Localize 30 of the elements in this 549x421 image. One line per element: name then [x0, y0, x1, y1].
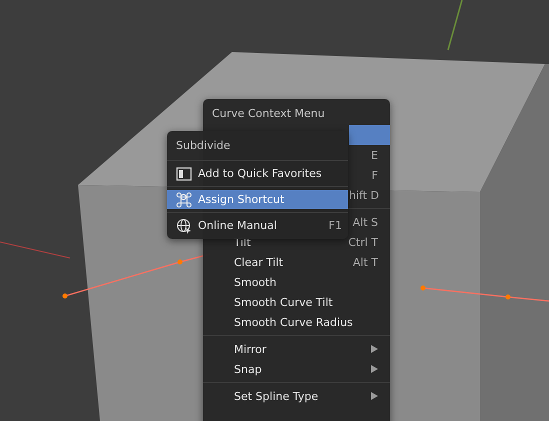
- menu-item[interactable]: Alt S: [349, 212, 390, 232]
- menu-item[interactable]: E: [349, 145, 390, 165]
- shortcut-label: E: [371, 148, 378, 162]
- menu-title: Subdivide: [175, 138, 232, 154]
- globe-icon: [176, 218, 192, 234]
- menu-item[interactable]: Add to Quick Favorites: [167, 164, 348, 183]
- menu-item[interactable]: Set Spline Type: [203, 386, 390, 406]
- menu-item[interactable]: [349, 125, 390, 145]
- shortcut-label: Alt T: [352, 256, 378, 268]
- shortcut-label: Ctrl T: [348, 236, 378, 248]
- menu-item[interactable]: Smooth Curve Tilt: [203, 292, 390, 312]
- menu-item[interactable]: Assign Shortcut: [167, 190, 348, 209]
- menu-item[interactable]: Clear Tilt Alt T: [203, 252, 390, 272]
- menu-item[interactable]: Mirror: [203, 339, 390, 359]
- menu-item[interactable]: Smooth Curve Radius: [203, 312, 390, 332]
- shortcut-label: hift D: [349, 188, 379, 202]
- command-key-icon: [176, 192, 192, 208]
- menu-item[interactable]: Smooth: [203, 272, 390, 292]
- menu-title: Curve Context Menu: [211, 106, 326, 122]
- menu-item-label: Add to Quick Favorites: [198, 167, 323, 180]
- shortcut-label: Alt S: [352, 216, 378, 228]
- shortcut-label: F: [372, 168, 378, 182]
- menu-item[interactable]: F: [349, 165, 390, 185]
- list-icon: [176, 166, 192, 180]
- menu-item-label: Online Manual: [198, 219, 278, 232]
- menu-item[interactable]: Online Manual F1: [167, 216, 348, 235]
- shortcut-label: F1: [328, 219, 342, 232]
- menu-item[interactable]: hift D: [349, 185, 390, 205]
- menu-item-label: Assign Shortcut: [198, 193, 286, 206]
- menu-item[interactable]: Snap: [203, 359, 390, 379]
